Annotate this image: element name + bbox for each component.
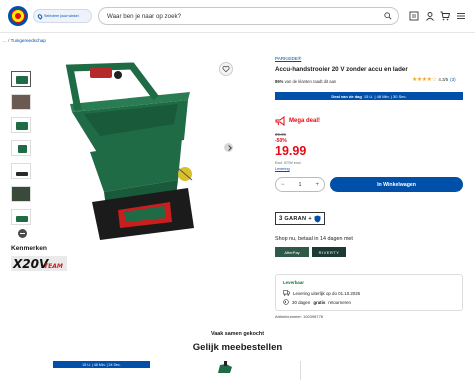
truck-icon [283, 290, 290, 296]
recommend-text: 86% van de klanten raadt dit aan [275, 79, 336, 84]
current-price: 19.99 [275, 144, 307, 158]
menu-icon[interactable] [456, 11, 466, 21]
store-selector-label: Selecteer jouw winkel [44, 14, 79, 18]
divider [300, 361, 301, 380]
logo-dot [15, 13, 21, 19]
old-price: 39.99 [275, 132, 286, 137]
breadcrumb: ... / Tuingereedschap [3, 38, 46, 43]
thumbnail-image [12, 95, 30, 109]
favorite-button[interactable] [219, 62, 233, 76]
lidl-logo[interactable] [8, 6, 28, 26]
afterpay-logo: AfterPay [275, 247, 309, 257]
recommend-deal-banner: 15 U. | 48 Min. | 24 Sec. [53, 361, 150, 368]
thumbnail-image [16, 76, 28, 84]
rating-value: 4.3/5 [438, 77, 449, 82]
return-row: 30 dagen gratis retourneren [283, 299, 351, 305]
deal-label: Deal van de dag [331, 93, 362, 99]
recommend-pct: 86% [275, 79, 284, 84]
return-days: 30 dagen [292, 299, 311, 305]
garantie-badge: 3 GARAN + [275, 212, 325, 225]
mega-deal-label: Mega deal! [289, 118, 321, 124]
thumbnail-list [11, 71, 33, 232]
breadcrumb-current[interactable]: Tuingereedschap [11, 38, 46, 43]
recommend-title: Gelijk meebestellen [192, 342, 283, 353]
thumbnail[interactable] [11, 71, 31, 87]
thumbnail[interactable] [11, 94, 31, 110]
deal-of-day-banner: Deal van de dag 15 U. | 48 Min. | 30 Sec… [275, 92, 463, 100]
thumbnail-image [16, 122, 28, 130]
riverty-logo: RIVERTY [312, 247, 346, 257]
article-number: Artikelnummer: 100398778 [275, 314, 324, 319]
return-icon [283, 299, 289, 305]
add-to-cart-button[interactable]: In Winkelwagen [330, 177, 463, 192]
garantie-label: GARAN [284, 215, 307, 222]
delivery-date-row: Levering uiterlijk op do 01.10.2026 [283, 290, 360, 296]
heart-icon [222, 65, 230, 73]
breadcrumb-ellipsis[interactable]: ... / [3, 38, 9, 43]
next-image-button[interactable] [224, 143, 233, 152]
product-title: Accu-handstrooier 20 V zonder accu en la… [275, 66, 408, 73]
thumbnail[interactable] [11, 140, 31, 156]
user-icon[interactable] [425, 11, 435, 21]
garantie-years: 3 [279, 215, 283, 222]
recommend-label: van de klanten raadt dit aan [284, 79, 337, 84]
svg-text:TEAM: TEAM [44, 263, 63, 270]
delivery-date: Levering uiterlijk op do 01.10.2026 [293, 290, 361, 296]
mega-deal-badge: Mega deal! [275, 116, 320, 126]
qty-minus-button[interactable]: − [281, 182, 285, 188]
vat-note: Excl. BTW excl. [275, 161, 302, 165]
return-free: gratis [313, 299, 326, 305]
product-image [65, 62, 194, 240]
delivery-info-box: Leverbaar Levering uiterlijk op do 01.10… [275, 274, 463, 311]
thumbnail[interactable] [11, 209, 31, 225]
logo-inner [11, 9, 25, 23]
cart-icon[interactable] [440, 11, 450, 21]
thumbnail-image [18, 145, 27, 153]
brand-link[interactable]: PARKSIDE® [275, 56, 301, 61]
site-header: Selecteer jouw winkel [0, 0, 475, 33]
recommend-product-image[interactable] [210, 361, 240, 380]
thumbnail-image [12, 187, 30, 201]
quantity-stepper[interactable]: − 1 + [275, 177, 325, 192]
thumbnail-collapse-button[interactable] [18, 229, 27, 238]
list-icon[interactable] [409, 11, 419, 21]
thumbnail-image [16, 216, 28, 222]
deal-timer: 15 U. | 48 Min. | 30 Sec. [363, 93, 407, 99]
payment-logos: AfterPay RIVERTY [275, 247, 346, 257]
thumbnail[interactable] [11, 186, 31, 202]
shield-icon [314, 215, 321, 222]
megaphone-icon [275, 116, 285, 126]
thumbnail-image [16, 172, 28, 176]
availability-status: Leverbaar [283, 280, 304, 285]
kenmerken-heading: Kenmerken [11, 245, 47, 252]
recommend-subtitle: Vaak samen gekocht [210, 331, 265, 337]
levering-link[interactable]: Levering [275, 167, 290, 171]
rating-stars: ★★★★☆ [412, 77, 437, 83]
qty-plus-button[interactable]: + [315, 182, 319, 188]
garantie-suffix: + [308, 215, 312, 222]
qty-value[interactable]: 1 [299, 182, 302, 188]
x20v-team-logo: X20V TEAM [11, 256, 67, 271]
search-icon[interactable] [384, 12, 392, 20]
pay-later-text: Shop nu, betaal in 14 dagen met [275, 236, 353, 242]
search-input[interactable] [107, 12, 377, 20]
thumbnail[interactable] [11, 163, 31, 179]
search-bar[interactable] [98, 7, 399, 25]
store-selector-button[interactable]: Selecteer jouw winkel [33, 9, 92, 23]
location-pin-icon [36, 12, 44, 20]
rating-count[interactable]: (3) [450, 77, 455, 82]
rating[interactable]: ★★★★☆ 4.3/5 (3) [412, 76, 456, 83]
return-label: retourneren [328, 299, 351, 305]
thumbnail[interactable] [11, 117, 31, 133]
